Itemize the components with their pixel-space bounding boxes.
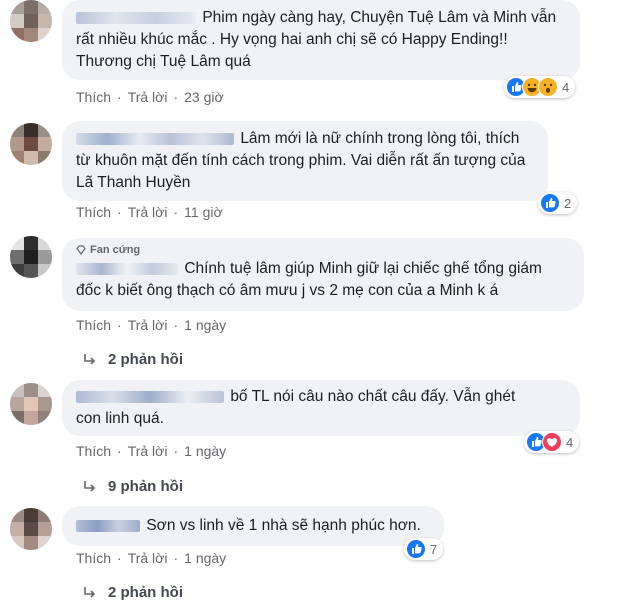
- avatar[interactable]: [10, 123, 52, 165]
- love-reaction-icon: [542, 432, 562, 452]
- view-replies-link[interactable]: 2 phản hồi: [82, 584, 183, 601]
- reaction-summary[interactable]: 4: [524, 431, 580, 453]
- reaction-count: 4: [562, 79, 570, 95]
- comment-text: Chính tuệ lâm giúp Minh giữ lại chiếc gh…: [76, 260, 542, 299]
- like-button[interactable]: Thích: [76, 550, 111, 566]
- reply-button[interactable]: Trả lời: [128, 204, 168, 220]
- comment-actions: Thích · Trả lời · 11 giờ: [76, 204, 223, 220]
- like-reaction-icon: [406, 539, 426, 559]
- comment-bubble: bố TL nói câu nào chất câu đấy. Vẫn ghét…: [62, 380, 580, 436]
- comment-actions: Thích · Trả lời · 1 ngày: [76, 317, 227, 333]
- reaction-summary[interactable]: 2: [538, 192, 578, 214]
- avatar[interactable]: [10, 236, 52, 278]
- author-name[interactable]: [76, 132, 234, 145]
- comment-bubble: Phim ngày càng hay, Chuyện Tuệ Lâm và Mi…: [62, 0, 580, 80]
- reply-arrow-icon: [84, 586, 96, 598]
- diamond-icon: [76, 245, 86, 255]
- like-button[interactable]: Thích: [76, 204, 111, 220]
- like-reaction-icon: [540, 193, 560, 213]
- wow-reaction-icon: [538, 77, 558, 97]
- reaction-count: 7: [430, 541, 438, 557]
- reply-arrow-icon: [84, 353, 96, 365]
- author-name[interactable]: [76, 262, 178, 275]
- reply-button[interactable]: Trả lời: [128, 550, 168, 566]
- timestamp[interactable]: 23 giờ: [184, 89, 224, 105]
- view-replies-link[interactable]: 2 phản hồi: [82, 351, 183, 368]
- timestamp[interactable]: 1 ngày: [184, 443, 226, 459]
- comment-actions: Thích · Trả lời · 1 ngày: [76, 443, 227, 459]
- reaction-summary[interactable]: 7: [404, 538, 444, 560]
- author-name[interactable]: [76, 11, 196, 24]
- reply-button[interactable]: Trả lời: [128, 317, 168, 333]
- fan-badge: Fan cứng: [76, 244, 570, 256]
- comment-bubble: Sơn vs linh về 1 nhà sẽ hạnh phúc hơn.: [62, 506, 444, 546]
- comment-text: Phim ngày càng hay, Chuyện Tuệ Lâm và Mi…: [76, 9, 557, 70]
- comment-text: bố TL nói câu nào chất câu đấy. Vẫn ghét…: [76, 388, 516, 427]
- avatar[interactable]: [10, 383, 52, 425]
- like-button[interactable]: Thích: [76, 89, 111, 105]
- avatar[interactable]: [10, 0, 52, 42]
- avatar[interactable]: [10, 508, 52, 550]
- comment-text: Lâm mới là nữ chính trong lòng tôi, thíc…: [76, 130, 526, 191]
- reaction-count: 4: [566, 434, 574, 450]
- timestamp[interactable]: 1 ngày: [184, 550, 226, 566]
- comment-actions: Thích · Trả lời · 23 giờ: [76, 89, 224, 105]
- like-button[interactable]: Thích: [76, 443, 111, 459]
- like-button[interactable]: Thích: [76, 317, 111, 333]
- reaction-count: 2: [564, 195, 572, 211]
- comment-actions: Thích · Trả lời · 1 ngày: [76, 550, 227, 566]
- view-replies-link[interactable]: 9 phản hồi: [82, 478, 183, 495]
- author-name[interactable]: [76, 519, 140, 532]
- author-name[interactable]: [76, 390, 224, 403]
- reply-arrow-icon: [84, 480, 96, 492]
- reaction-summary[interactable]: 4: [504, 76, 576, 98]
- timestamp[interactable]: 1 ngày: [184, 317, 226, 333]
- timestamp[interactable]: 11 giờ: [184, 204, 223, 220]
- reply-button[interactable]: Trả lời: [128, 89, 168, 105]
- comment-bubble: Lâm mới là nữ chính trong lòng tôi, thíc…: [62, 121, 548, 201]
- comment-text: Sơn vs linh về 1 nhà sẽ hạnh phúc hơn.: [76, 515, 430, 537]
- reply-button[interactable]: Trả lời: [128, 443, 168, 459]
- comment-bubble: Fan cứng Chính tuệ lâm giúp Minh giữ lại…: [62, 238, 584, 311]
